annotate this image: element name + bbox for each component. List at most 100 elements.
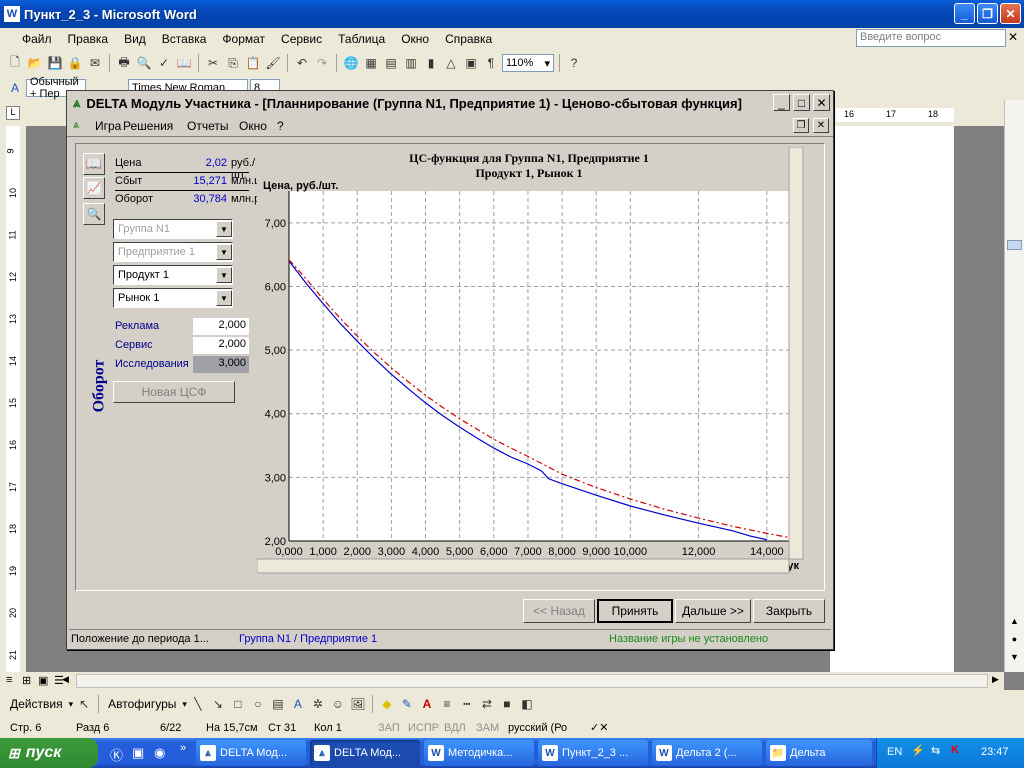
scroll-thumb[interactable] xyxy=(1007,240,1022,250)
word-menu-item[interactable]: Формат xyxy=(214,32,273,46)
hyperlink-icon[interactable]: 🌐 xyxy=(342,54,360,72)
prev-page-icon[interactable]: ▲ xyxy=(1007,616,1022,630)
selector-dropdown[interactable]: Продукт 1 ▼ xyxy=(113,265,233,285)
new-csf-button[interactable]: Новая ЦСФ xyxy=(113,381,235,403)
word-menu-item[interactable]: Вид xyxy=(116,32,154,46)
taskbar-item[interactable]: ⩓ DELTA Мод... xyxy=(310,740,420,766)
delta-menu-item[interactable]: Решения xyxy=(123,119,173,133)
minimize-button[interactable]: _ xyxy=(954,3,975,24)
status-trk[interactable]: ИСПР xyxy=(408,722,439,734)
dash-style-icon[interactable]: ┅ xyxy=(458,695,476,713)
status-rec[interactable]: ЗАП xyxy=(378,722,400,734)
restore-button[interactable]: ❐ xyxy=(977,3,998,24)
redo-icon[interactable]: ↷ xyxy=(313,54,331,72)
line-style-icon[interactable]: ≡ xyxy=(438,695,456,713)
word-menu-item[interactable]: Сервис xyxy=(273,32,330,46)
delta-menu-item[interactable]: ? xyxy=(277,119,284,133)
arrow-icon[interactable]: ↘ xyxy=(209,695,227,713)
view-web-icon[interactable]: ⊞ xyxy=(22,674,31,687)
child-restore-button[interactable]: ❐ xyxy=(793,118,809,133)
help-icon[interactable]: ? xyxy=(565,54,583,72)
zoom-select[interactable]: 110% ▾ xyxy=(502,54,554,72)
spelling-status-icon[interactable]: ✓✕ xyxy=(590,721,608,734)
clipart-icon[interactable]: ☺ xyxy=(329,695,347,713)
ask-question-input[interactable]: Введите вопрос xyxy=(856,29,1006,47)
language-indicator[interactable]: EN xyxy=(887,746,902,758)
fill-color-icon[interactable]: ◆ xyxy=(378,695,396,713)
view-print-icon[interactable]: ▣ xyxy=(38,674,48,687)
format-painter-icon[interactable]: 🖌 xyxy=(264,54,282,72)
book-icon[interactable]: 📖 xyxy=(83,153,105,175)
start-button[interactable]: ⊞ пуск xyxy=(0,738,98,768)
actions-menu[interactable]: Действия xyxy=(6,697,67,711)
copy-icon[interactable]: ⎘ xyxy=(224,54,242,72)
autoshapes-menu[interactable]: Автофигуры xyxy=(104,697,180,711)
next-page-icon[interactable]: ▼ xyxy=(1007,652,1022,666)
delta-minimize-button[interactable]: _ xyxy=(773,94,790,111)
line-color-icon[interactable]: ✎ xyxy=(398,695,416,713)
more-quicklaunch-icon[interactable]: » xyxy=(180,742,186,754)
new-doc-icon[interactable]: 🗋 xyxy=(6,54,24,72)
status-ovr[interactable]: ЗАМ xyxy=(476,722,499,734)
preview-icon[interactable]: 🔍 xyxy=(135,54,153,72)
doc-map-icon[interactable]: ▣ xyxy=(462,54,480,72)
paste-icon[interactable]: 📋 xyxy=(244,54,262,72)
spelling-icon[interactable]: ✓ xyxy=(155,54,173,72)
horizontal-scrollbar[interactable] xyxy=(76,674,988,688)
delta-maximize-button[interactable]: □ xyxy=(793,94,810,111)
select-objects-icon[interactable]: ↖ xyxy=(75,695,93,713)
zoom-icon[interactable]: 🔍 xyxy=(83,203,105,225)
shadow-icon[interactable]: ■ xyxy=(498,695,516,713)
taskbar-item[interactable]: W Методичка... xyxy=(424,740,534,766)
line-icon[interactable]: ╲ xyxy=(189,695,207,713)
taskbar-item[interactable]: W Пункт_2_3 ... xyxy=(538,740,648,766)
3d-icon[interactable]: ◧ xyxy=(518,695,536,713)
word-menu-item[interactable]: Справка xyxy=(437,32,500,46)
rectangle-icon[interactable]: □ xyxy=(229,695,247,713)
scroll-right-icon[interactable]: ▶ xyxy=(992,674,999,685)
oval-icon[interactable]: ○ xyxy=(249,695,267,713)
child-close-button[interactable]: ✕ xyxy=(813,118,829,133)
wordart-icon[interactable]: A xyxy=(289,695,307,713)
open-icon[interactable]: 📂 xyxy=(26,54,44,72)
close-dialog-button[interactable]: Закрыть xyxy=(753,599,825,623)
undo-icon[interactable]: ↶ xyxy=(293,54,311,72)
styles-icon[interactable]: A xyxy=(6,79,24,97)
browse-object-icon[interactable]: ● xyxy=(1007,634,1022,648)
app-quicklaunch-icon[interactable]: ▣ xyxy=(132,745,144,761)
param-input[interactable]: 3,000 xyxy=(193,356,249,373)
delta-close-button[interactable]: ✕ xyxy=(813,94,830,111)
save-icon[interactable]: 💾 xyxy=(46,54,64,72)
word-menu-item[interactable]: Файл xyxy=(14,32,60,46)
param-input[interactable]: 2,000 xyxy=(193,318,249,335)
view-normal-icon[interactable]: ≡ xyxy=(6,674,12,686)
tab-selector-icon[interactable]: L xyxy=(6,106,20,120)
tray-antivirus-icon[interactable]: K xyxy=(951,744,959,756)
word-menu-item[interactable]: Правка xyxy=(60,32,117,46)
delta-menu-item[interactable]: Игра xyxy=(95,119,121,133)
vertical-scrollbar[interactable]: ▲ ● ▼ xyxy=(1004,100,1024,672)
research-icon[interactable]: 📖 xyxy=(175,54,193,72)
arrow-style-icon[interactable]: ⇄ xyxy=(478,695,496,713)
insert-table-icon[interactable]: ▤ xyxy=(382,54,400,72)
word-menu-item[interactable]: Окно xyxy=(393,32,437,46)
word-menu-item[interactable]: Вставка xyxy=(154,32,215,46)
param-input[interactable]: 2,000 xyxy=(193,337,249,354)
delta-menu-item[interactable]: Окно xyxy=(239,119,267,133)
delta-menu-item[interactable]: Отчеты xyxy=(187,119,228,133)
drawing-icon[interactable]: △ xyxy=(442,54,460,72)
tray-app-icon[interactable]: ⚡ xyxy=(911,744,925,757)
word-menu-item[interactable]: Таблица xyxy=(330,32,393,46)
close-button[interactable]: ✕ xyxy=(1000,3,1021,24)
font-color-icon[interactable]: A xyxy=(418,695,436,713)
tables-borders-icon[interactable]: ▦ xyxy=(362,54,380,72)
print-icon[interactable]: 🖶 xyxy=(115,54,133,72)
next-button[interactable]: Дальше >> xyxy=(675,599,751,623)
taskbar-item[interactable]: W Дельта 2 (... xyxy=(652,740,762,766)
email-icon[interactable]: ✉ xyxy=(86,54,104,72)
tray-network-icon[interactable]: ⇆ xyxy=(931,744,940,757)
scroll-left-icon[interactable]: ◀ xyxy=(62,674,69,685)
picture-icon[interactable]: 🖼 xyxy=(349,695,367,713)
close-doc-icon[interactable]: ✕ xyxy=(1008,30,1018,44)
insert-excel-icon[interactable]: ▥ xyxy=(402,54,420,72)
